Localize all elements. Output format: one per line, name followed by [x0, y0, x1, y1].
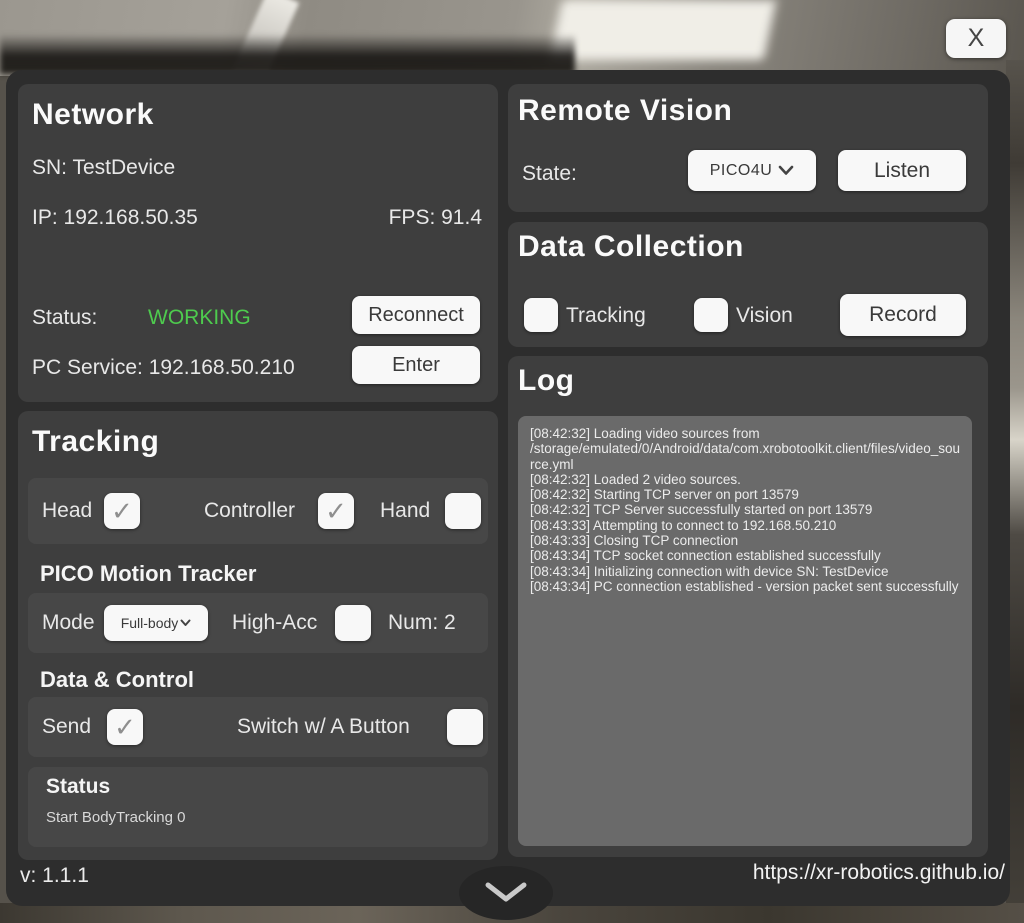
controller-label: Controller	[204, 499, 295, 523]
tracking-sources-row: Head ✓ Controller ✓ Hand ✓	[28, 478, 488, 544]
check-icon: ✓	[111, 498, 133, 524]
pico-motion-tracker-row: Mode Full-body High-Acc ✓ Num: 2	[28, 593, 488, 653]
serial-number: SN: TestDevice	[32, 156, 175, 180]
collect-tracking-checkbox[interactable]: ✓	[524, 298, 558, 332]
record-button[interactable]: Record	[840, 294, 966, 336]
controller-checkbox[interactable]: ✓	[318, 493, 354, 529]
fps-value: FPS: 91.4	[389, 206, 482, 230]
data-control-row: Send ✓ Switch w/ A Button ✓	[28, 697, 488, 757]
log-title: Log	[518, 364, 574, 398]
hand-label: Hand	[380, 499, 430, 523]
ceiling-light	[550, 0, 777, 60]
tracking-status-title: Status	[46, 775, 110, 799]
send-label: Send	[42, 715, 91, 739]
log-entry: [08:43:34] TCP socket connection establi…	[530, 548, 960, 563]
check-icon: ✓	[325, 498, 347, 524]
ceiling-shadow	[0, 34, 575, 74]
status-label: Status:	[32, 306, 97, 330]
app-root: X Network SN: TestDevice IP: 192.168.50.…	[0, 0, 1024, 923]
log-panel: Log [08:42:32] Loading video sources fro…	[508, 356, 988, 857]
collect-vision-checkbox[interactable]: ✓	[694, 298, 728, 332]
network-panel: Network SN: TestDevice IP: 192.168.50.35…	[18, 84, 498, 402]
data-collection-title: Data Collection	[518, 230, 744, 264]
device-dropdown-value: PICO4U	[710, 162, 773, 180]
log-entry: [08:42:32] TCP Server successfully start…	[530, 502, 960, 517]
chevron-down-icon	[778, 165, 794, 176]
tracking-panel: Tracking Head ✓ Controller ✓ Hand ✓ PICO…	[18, 411, 498, 860]
head-checkbox[interactable]: ✓	[104, 493, 140, 529]
remote-vision-panel: Remote Vision State: PICO4U Listen	[508, 84, 988, 212]
tracking-title: Tracking	[32, 425, 159, 459]
pico-motion-tracker-title: PICO Motion Tracker	[40, 561, 256, 587]
chevron-down-icon	[180, 619, 191, 627]
enter-button[interactable]: Enter	[352, 346, 480, 384]
log-entry: [08:42:32] Loaded 2 video sources.	[530, 472, 960, 487]
remote-vision-title: Remote Vision	[518, 94, 732, 128]
listen-button[interactable]: Listen	[838, 150, 966, 191]
log-output[interactable]: [08:42:32] Loading video sources from /s…	[518, 416, 972, 846]
reconnect-button[interactable]: Reconnect	[352, 296, 480, 334]
ip-address: IP: 192.168.50.35	[32, 206, 198, 230]
log-entry: [08:43:33] Attempting to connect to 192.…	[530, 518, 960, 533]
data-control-title: Data & Control	[40, 667, 194, 693]
log-entry: [08:42:32] Loading video sources from /s…	[530, 426, 960, 472]
collect-tracking-label: Tracking	[566, 304, 646, 328]
log-entry: [08:43:34] PC connection established - v…	[530, 579, 960, 594]
high-acc-checkbox[interactable]: ✓	[335, 605, 371, 641]
main-window: Network SN: TestDevice IP: 192.168.50.35…	[6, 70, 1010, 906]
log-entry: [08:43:33] Closing TCP connection	[530, 533, 960, 548]
mode-dropdown-value: Full-body	[121, 615, 179, 631]
mode-label: Mode	[42, 611, 95, 635]
high-acc-label: High-Acc	[232, 611, 317, 635]
data-collection-panel: Data Collection ✓ Tracking ✓ Vision Reco…	[508, 222, 988, 347]
tracking-status-box: Status Start BodyTracking 0	[28, 767, 488, 847]
mode-dropdown[interactable]: Full-body	[104, 605, 208, 641]
num-label: Num: 2	[388, 611, 456, 635]
log-entry: [08:42:32] Starting TCP server on port 1…	[530, 487, 960, 502]
switch-a-button-checkbox[interactable]: ✓	[447, 709, 483, 745]
tracking-status-message: Start BodyTracking 0	[46, 809, 186, 826]
chevron-down-icon	[483, 880, 529, 904]
log-entry: [08:43:34] Initializing connection with …	[530, 564, 960, 579]
hand-checkbox[interactable]: ✓	[445, 493, 481, 529]
state-label: State:	[522, 162, 577, 186]
collect-vision-label: Vision	[736, 304, 793, 328]
close-button[interactable]: X	[946, 19, 1006, 58]
minimize-tab[interactable]	[459, 866, 553, 920]
head-label: Head	[42, 499, 92, 523]
version-label: v: 1.1.1	[20, 864, 89, 888]
website-url: https://xr-robotics.github.io/	[753, 861, 1005, 885]
send-checkbox[interactable]: ✓	[107, 709, 143, 745]
pc-service-address: PC Service: 192.168.50.210	[32, 356, 295, 380]
network-title: Network	[32, 98, 154, 132]
status-value: WORKING	[148, 306, 251, 330]
device-dropdown[interactable]: PICO4U	[688, 150, 816, 191]
check-icon: ✓	[114, 714, 136, 740]
switch-a-button-label: Switch w/ A Button	[237, 715, 410, 739]
